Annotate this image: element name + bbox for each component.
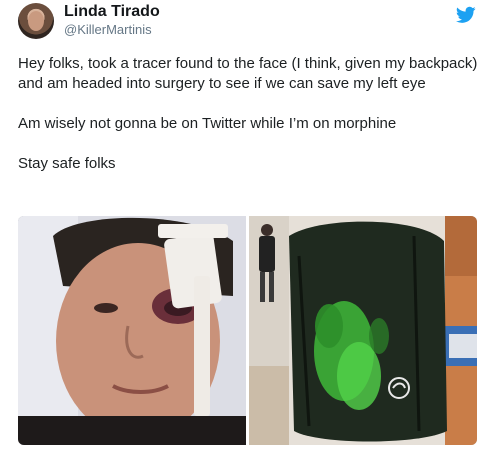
tweet-media[interactable] xyxy=(18,216,477,445)
avatar-face xyxy=(28,11,44,31)
author-display-name[interactable]: Linda Tirado xyxy=(64,3,160,21)
tweet-card: Linda Tirado @KillerMartinis Hey folks, … xyxy=(0,0,493,449)
tweet-paragraph: Hey folks, took a tracer found to the fa… xyxy=(18,55,478,92)
backpack-photo-illustration xyxy=(249,216,477,445)
avatar[interactable] xyxy=(18,3,54,39)
tweet-paragraph: Am wisely not gonna be on Twitter while … xyxy=(18,115,397,132)
twitter-bird-icon[interactable] xyxy=(456,6,476,24)
media-photo-backpack[interactable] xyxy=(249,216,477,445)
author-handle[interactable]: @KillerMartinis xyxy=(64,22,152,37)
tweet-paragraph: Stay safe folks xyxy=(18,155,116,172)
tweet-text: Hey folks, took a tracer found to the fa… xyxy=(18,54,480,194)
media-photo-face[interactable] xyxy=(18,216,246,445)
face-photo-illustration xyxy=(18,216,246,445)
